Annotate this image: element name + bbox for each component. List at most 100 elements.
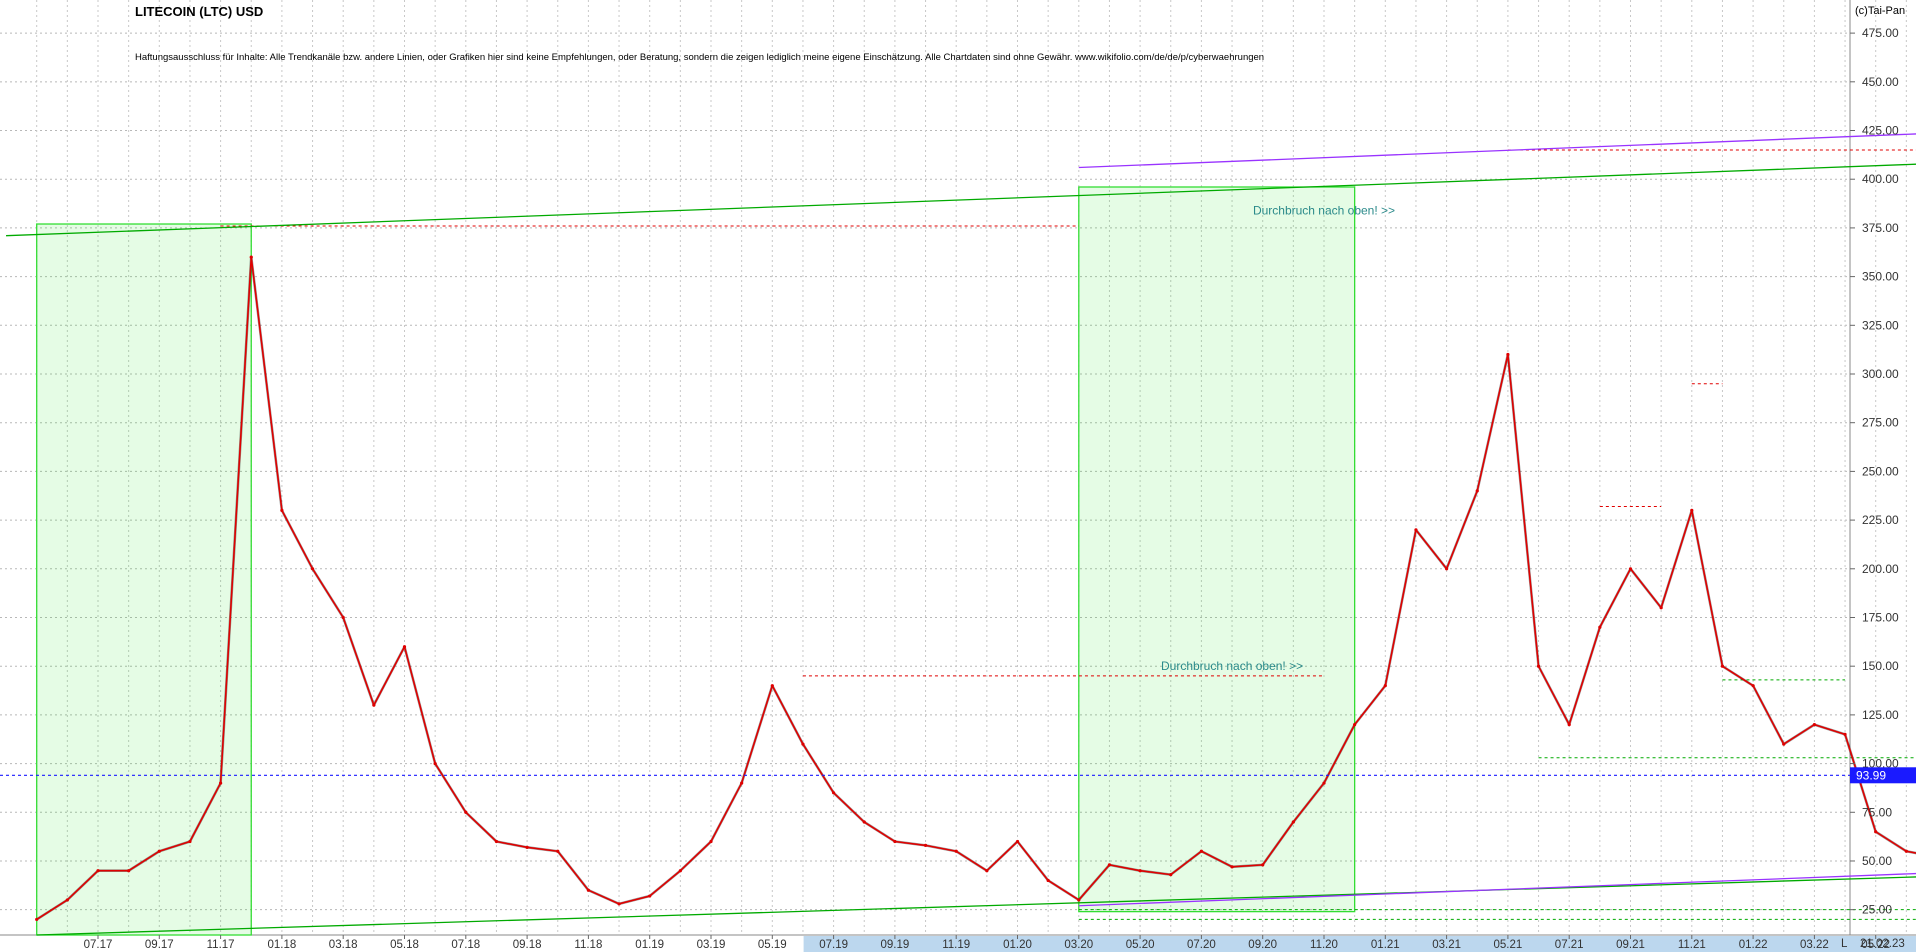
channel-line — [6, 163, 1916, 237]
annotation-label: Durchbruch nach oben! >> — [1253, 203, 1395, 217]
x-tick-label: 09.17 — [145, 939, 174, 951]
current-price-badge: 93.99 — [1850, 767, 1916, 784]
price-point — [770, 684, 774, 688]
x-tick-label: 11.21 — [1678, 939, 1706, 951]
price-point — [1598, 625, 1602, 629]
price-point — [985, 869, 989, 873]
price-point — [1383, 684, 1387, 688]
price-point — [402, 645, 407, 649]
x-tick-label: 01.20 — [1003, 939, 1032, 951]
price-point — [709, 839, 713, 844]
channel-line — [1078, 133, 1916, 169]
price-point — [1536, 664, 1541, 668]
x-tick-label: 05.18 — [390, 939, 419, 951]
price-point — [648, 894, 652, 898]
x-tick-label: 03.19 — [697, 939, 726, 951]
price-point — [1475, 489, 1479, 493]
channel-line — [36, 876, 1916, 936]
trend-box — [1078, 186, 1356, 913]
x-tick-label: 01.19 — [635, 939, 664, 951]
x-tick-label: 07.19 — [819, 939, 848, 951]
x-tick-label: 09.20 — [1248, 939, 1277, 951]
price-point — [157, 849, 161, 853]
axis-end-label: L — [1841, 938, 1848, 950]
x-tick-label: 09.18 — [513, 939, 542, 951]
x-tick-label: 07.18 — [451, 939, 480, 951]
y-tick-label: 200.00 — [1862, 562, 1899, 576]
price-point — [1414, 528, 1418, 532]
y-tick-label: 475.00 — [1862, 26, 1899, 40]
grid — [0, 0, 1916, 952]
x-tick-label: 03.22 — [1800, 939, 1829, 951]
price-point — [1690, 508, 1694, 512]
x-tick-label: 11.19 — [942, 939, 970, 951]
y-tick-label: 350.00 — [1862, 270, 1899, 284]
price-point — [96, 869, 100, 873]
x-tick-label: 05.20 — [1126, 939, 1155, 951]
price-point — [1506, 352, 1510, 357]
price-point — [923, 843, 928, 847]
price-point — [249, 255, 253, 259]
price-point — [1812, 723, 1816, 727]
price-point — [433, 761, 437, 766]
price-point — [678, 869, 682, 873]
y-tick-label: 175.00 — [1862, 610, 1899, 624]
price-line — [36, 256, 1916, 921]
credit-label: (c)Tai-Pan — [1855, 5, 1905, 17]
price-point — [1169, 873, 1173, 877]
y-tick-label: 150.00 — [1862, 659, 1899, 673]
price-point — [1291, 820, 1295, 824]
price-point — [740, 781, 744, 785]
price-point — [464, 810, 468, 814]
price-point — [1659, 606, 1663, 610]
price-point — [310, 567, 315, 571]
stock-chart: Durchbruch nach oben! >> Durchbruch nach … — [0, 0, 1916, 952]
price-series — [35, 255, 1916, 922]
disclaimer-text: Haftungsausschluss für Inhalte: Alle Tre… — [135, 52, 1264, 63]
y-tick-label: 250.00 — [1862, 464, 1899, 478]
price-point — [341, 615, 345, 620]
y-tick-label: 75.00 — [1862, 805, 1892, 819]
trend-box — [36, 223, 252, 936]
price-point — [1322, 781, 1326, 785]
price-point — [1720, 664, 1725, 668]
y-tick-label: 50.00 — [1862, 854, 1892, 868]
x-tick-label: 09.21 — [1616, 939, 1645, 951]
price-point — [65, 898, 69, 902]
level-lines — [220, 149, 1916, 920]
x-tick-label: 03.21 — [1432, 939, 1461, 951]
price-point — [1874, 830, 1878, 834]
y-tick-label: 375.00 — [1862, 221, 1899, 235]
price-point — [556, 849, 560, 853]
price-point — [1628, 567, 1633, 571]
x-tick-label: 07.20 — [1187, 939, 1216, 951]
x-tick-label: 05.19 — [758, 939, 787, 951]
price-point — [219, 781, 223, 785]
price-point — [1138, 869, 1142, 873]
x-tick-label: 09.19 — [881, 939, 910, 951]
x-tick-label: 03.18 — [329, 939, 358, 951]
price-point — [1843, 732, 1847, 736]
price-point — [954, 849, 958, 853]
price-point — [1782, 742, 1786, 746]
price-point — [1077, 898, 1081, 902]
x-tick-label: 11.17 — [207, 939, 235, 951]
y-tick-label: 225.00 — [1862, 513, 1899, 527]
x-tick-label: 05.21 — [1494, 939, 1523, 951]
y-tick-label: 125.00 — [1862, 708, 1899, 722]
price-point — [1107, 863, 1112, 867]
price-point — [862, 820, 866, 824]
x-tick-label: 01.22 — [1739, 939, 1768, 951]
price-point — [1261, 863, 1265, 867]
y-tick-label: 25.00 — [1862, 903, 1892, 917]
price-point — [280, 508, 284, 512]
price-point — [1230, 865, 1234, 869]
price-point — [586, 888, 591, 892]
price-point — [1353, 723, 1357, 727]
x-tick-label: 07.17 — [84, 939, 113, 951]
last-date-label: 21.02.23 — [1860, 938, 1905, 950]
price-point — [1751, 684, 1755, 688]
price-point — [494, 839, 499, 844]
x-tick-label: 11.20 — [1310, 939, 1338, 951]
price-point — [1567, 723, 1571, 727]
